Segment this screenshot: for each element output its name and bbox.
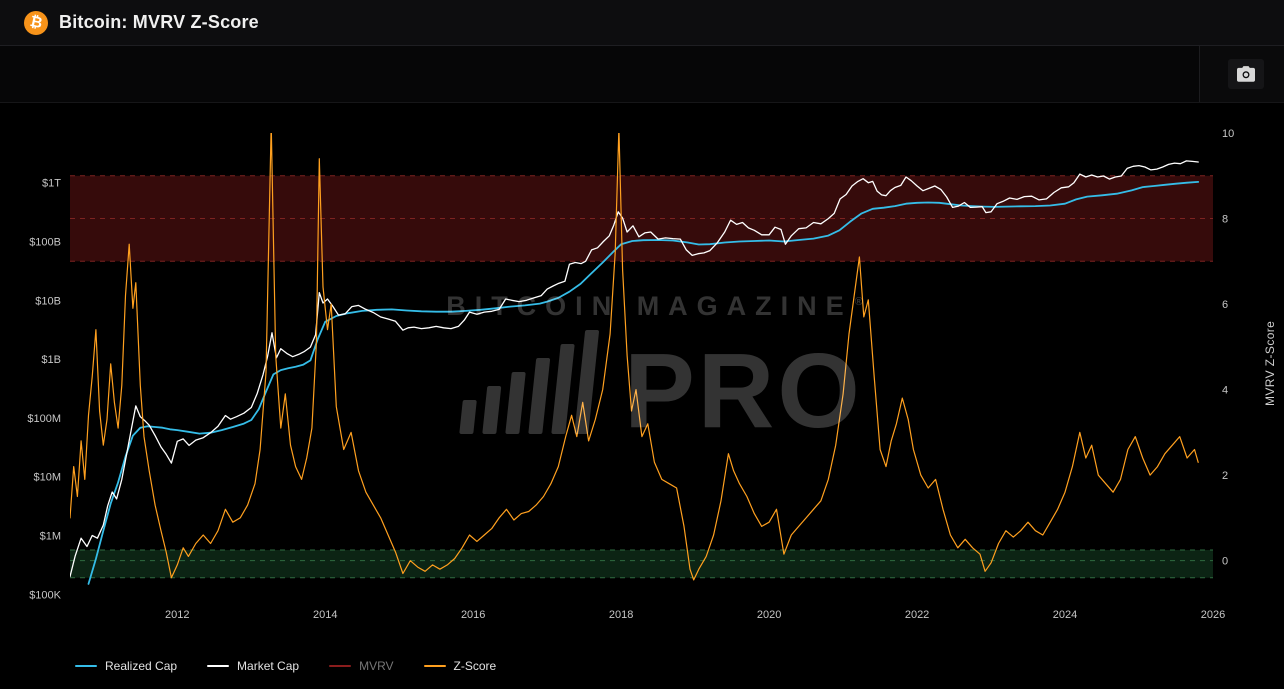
header: ₿ Bitcoin: MVRV Z-Score — [0, 0, 1284, 46]
camera-button[interactable] — [1228, 59, 1264, 89]
legend-item-realized-cap[interactable]: Realized Cap — [75, 659, 177, 673]
legend-label: Realized Cap — [105, 659, 177, 673]
svg-text:$10B: $10B — [35, 295, 61, 307]
legend-item-market-cap[interactable]: Market Cap — [207, 659, 299, 673]
legend-swatch-mvrv — [329, 665, 351, 667]
chart-panel: $100K $1M $10M $100M $1B $10B $100B $1T 0 2 4 6 8 10 2… — [0, 103, 1284, 643]
svg-text:2022: 2022 — [905, 609, 929, 621]
svg-text:2026: 2026 — [1201, 609, 1225, 621]
chart-legend: Realized Cap Market Cap MVRV Z-Score — [0, 643, 1284, 689]
svg-text:2: 2 — [1222, 470, 1228, 482]
svg-text:10: 10 — [1222, 128, 1234, 140]
page-title: Bitcoin: MVRV Z-Score — [59, 12, 259, 33]
svg-text:$100M: $100M — [27, 413, 61, 425]
svg-text:$10M: $10M — [33, 472, 61, 484]
svg-text:2024: 2024 — [1053, 609, 1077, 621]
svg-text:8: 8 — [1222, 214, 1228, 226]
legend-label: Z-Score — [454, 659, 497, 673]
svg-text:2014: 2014 — [313, 609, 337, 621]
legend-item-mvrv[interactable]: MVRV — [329, 659, 393, 673]
toolbar — [0, 46, 1284, 103]
svg-text:$100B: $100B — [29, 236, 61, 248]
svg-text:4: 4 — [1222, 385, 1228, 397]
legend-swatch-realized-cap — [75, 665, 97, 667]
mvrv-chart-plot-area[interactable]: $100K $1M $10M $100M $1B $10B $100B $1T 0 2 4 6 8 10 2… — [0, 103, 1284, 643]
svg-text:$1T: $1T — [42, 178, 61, 190]
legend-item-z-score[interactable]: Z-Score — [424, 659, 497, 673]
legend-swatch-z-score — [424, 665, 446, 667]
legend-label: MVRV — [359, 659, 393, 673]
bitcoin-icon: ₿ — [24, 11, 48, 35]
svg-text:$1B: $1B — [41, 354, 61, 366]
toolbar-divider — [1199, 46, 1200, 102]
camera-icon — [1237, 66, 1255, 82]
app: ₿ Bitcoin: MVRV Z-Score $100K$1M$10M$100… — [0, 0, 1284, 689]
svg-text:2018: 2018 — [609, 609, 633, 621]
svg-text:6: 6 — [1222, 299, 1228, 311]
svg-text:0: 0 — [1222, 556, 1228, 568]
svg-text:2016: 2016 — [461, 609, 485, 621]
svg-text:$100K: $100K — [29, 589, 61, 601]
svg-text:2012: 2012 — [165, 609, 189, 621]
svg-text:$1M: $1M — [40, 531, 61, 543]
legend-swatch-market-cap — [207, 665, 229, 667]
svg-text:2020: 2020 — [757, 609, 781, 621]
legend-label: Market Cap — [237, 659, 299, 673]
